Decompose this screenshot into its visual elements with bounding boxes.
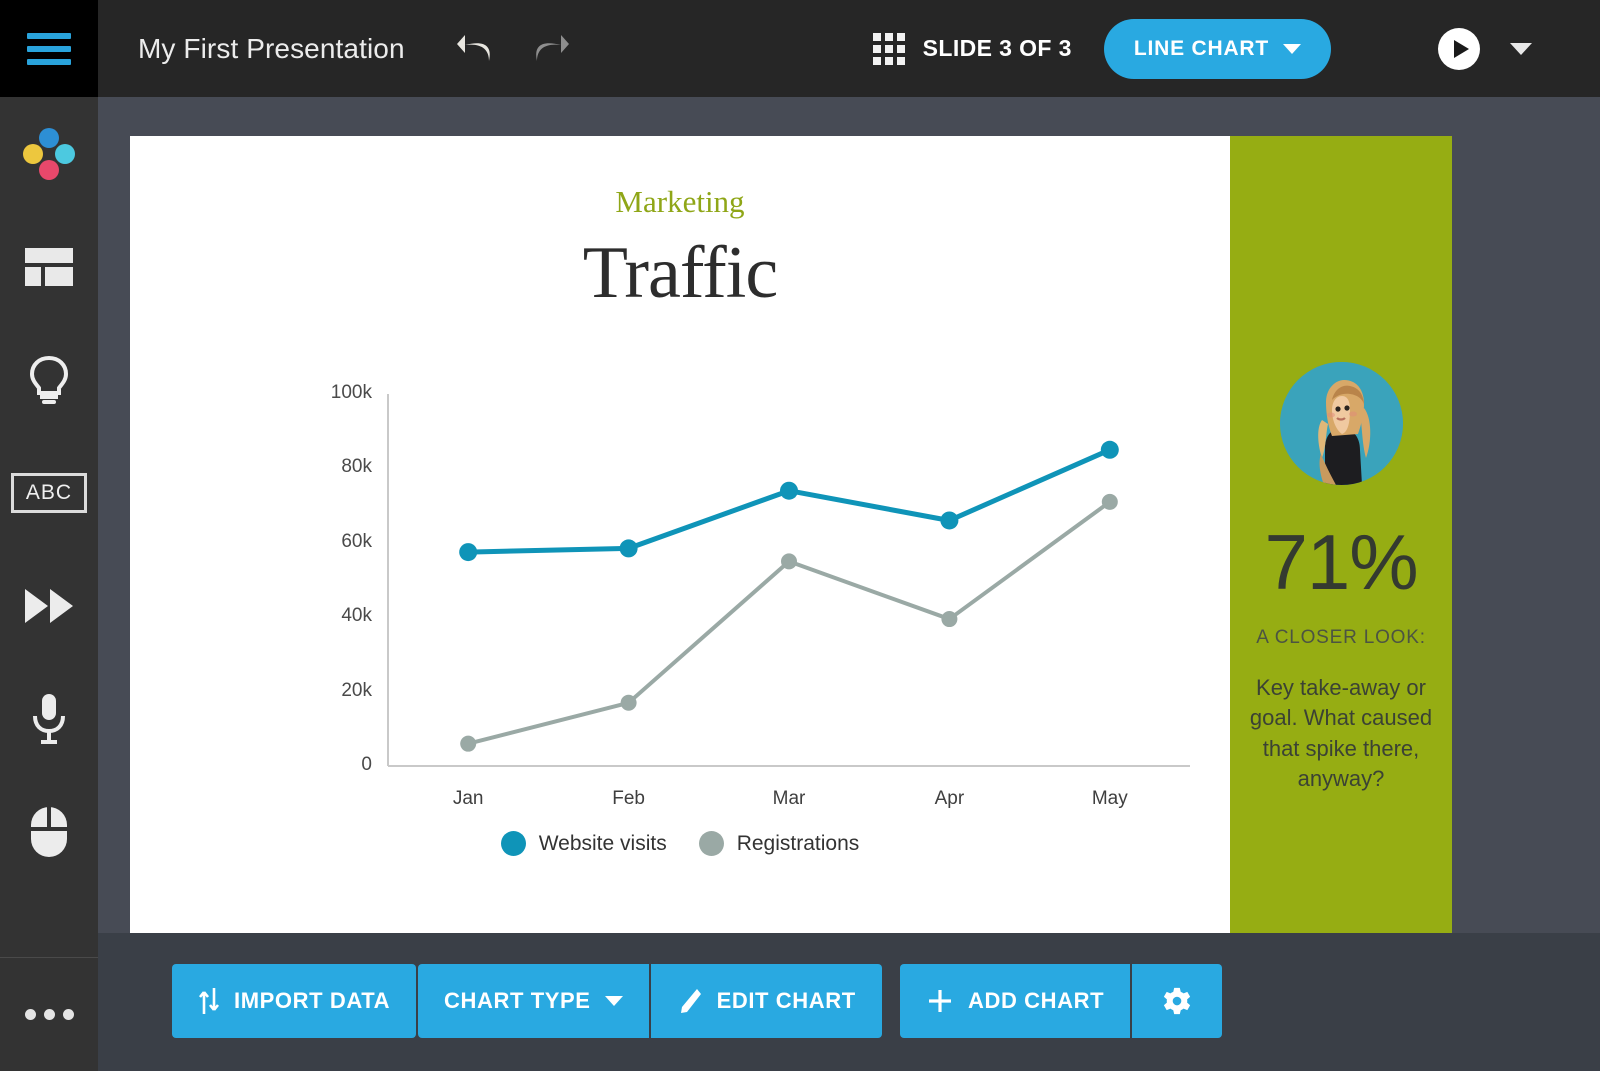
undo-redo-group: [453, 26, 573, 72]
sidebar-item-templates[interactable]: [0, 210, 98, 323]
layout-template-icon: [25, 248, 73, 286]
data-point[interactable]: [781, 553, 797, 569]
edit-chart-label: EDIT CHART: [717, 988, 856, 1014]
colorful-dots-logo-icon: [23, 128, 75, 180]
hamburger-icon: [27, 33, 71, 65]
left-sidebar: ABC: [0, 97, 98, 1071]
lightbulb-icon: [27, 355, 71, 405]
edit-chart-button[interactable]: EDIT CHART: [649, 964, 882, 1038]
x-axis-tick-label: Apr: [935, 788, 965, 810]
legend-label-registrations: Registrations: [737, 832, 860, 856]
undo-button[interactable]: [453, 26, 499, 72]
series-line-registrations[interactable]: [468, 502, 1110, 744]
x-axis-tick-label: Feb: [612, 788, 645, 810]
import-data-button[interactable]: IMPORT DATA: [172, 964, 416, 1038]
microphone-icon: [29, 692, 69, 746]
sidebar-item-interactions[interactable]: [0, 775, 98, 888]
slide-kicker[interactable]: Marketing: [130, 184, 1230, 220]
slide-main-area: Marketing Traffic Website visits Registr…: [130, 136, 1230, 933]
legend-dot-website-visits: [501, 831, 526, 856]
y-axis-tick-label: 20k: [341, 680, 372, 702]
x-axis-tick-label: Jan: [453, 788, 484, 810]
redo-arrow-icon: [529, 31, 571, 67]
chart-type-pill-button[interactable]: LINE CHART: [1104, 19, 1331, 79]
pencil-icon: [677, 987, 703, 1015]
import-data-group: IMPORT DATA: [172, 964, 416, 1038]
main-menu-button[interactable]: [0, 0, 98, 97]
legend-label-website-visits: Website visits: [539, 832, 667, 856]
chart-type-button[interactable]: CHART TYPE: [418, 964, 649, 1038]
add-chart-label: ADD CHART: [968, 988, 1104, 1014]
bottom-toolbar: IMPORT DATA CHART TYPE EDIT CHART: [98, 933, 1600, 1071]
line-chart[interactable]: Website visits Registrations 0 20k 40k 60k 8…: [130, 376, 1230, 933]
y-axis-tick-label: 40k: [341, 605, 372, 627]
slide-counter-group[interactable]: SLIDE 3 OF 3: [873, 33, 1072, 65]
x-axis-tick-label: Mar: [773, 788, 806, 810]
redo-button[interactable]: [527, 26, 573, 72]
data-point[interactable]: [460, 736, 476, 752]
app-window: My First Presentation SLIDE 3 OF 3: [0, 0, 1600, 1071]
data-point[interactable]: [780, 482, 798, 500]
y-axis-tick-label: 80k: [341, 456, 372, 478]
avatar: [1280, 362, 1403, 485]
data-point[interactable]: [940, 511, 958, 529]
legend-dot-registrations: [699, 831, 724, 856]
undo-arrow-icon: [455, 31, 497, 67]
data-point[interactable]: [459, 543, 477, 561]
x-axis-tick-label: May: [1092, 788, 1128, 810]
sidebar-item-logo[interactable]: [0, 97, 98, 210]
y-axis-tick-label: 60k: [341, 531, 372, 553]
grid-icon[interactable]: [873, 33, 905, 65]
chevron-down-icon: [1283, 44, 1301, 54]
series-line-website-visits[interactable]: [468, 450, 1110, 552]
import-arrows-icon: [198, 986, 220, 1016]
slide-side-panel[interactable]: 71% A CLOSER LOOK: Key take-away or goal…: [1230, 136, 1452, 933]
legend-item-registrations[interactable]: Registrations: [699, 831, 860, 856]
presentation-title[interactable]: My First Presentation: [138, 33, 405, 65]
sidebar-item-ideas[interactable]: [0, 323, 98, 436]
chart-settings-button[interactable]: [1130, 964, 1222, 1038]
topbar-right-group: [1438, 28, 1600, 70]
gear-icon: [1162, 986, 1192, 1016]
fast-forward-icon: [25, 589, 73, 623]
add-chart-group: ADD CHART: [900, 964, 1222, 1038]
legend-item-website-visits[interactable]: Website visits: [501, 831, 667, 856]
data-point[interactable]: [941, 611, 957, 627]
data-point[interactable]: [1102, 494, 1118, 510]
sidebar-item-transitions[interactable]: [0, 549, 98, 662]
portrait-avatar-icon: [1280, 362, 1403, 485]
ellipsis-icon: [25, 1009, 74, 1020]
data-point[interactable]: [621, 695, 637, 711]
slide-canvas[interactable]: Marketing Traffic Website visits Registr…: [130, 136, 1452, 933]
top-toolbar: My First Presentation SLIDE 3 OF 3: [0, 0, 1600, 97]
sidebar-item-more[interactable]: [0, 958, 98, 1071]
y-axis-tick-label: 100k: [331, 382, 372, 404]
chart-legend: Website visits Registrations: [130, 831, 1230, 856]
data-point[interactable]: [1101, 441, 1119, 459]
present-options-chevron-down-icon[interactable]: [1510, 43, 1532, 55]
slide-counter-label: SLIDE 3 OF 3: [923, 35, 1072, 62]
chart-edit-group: CHART TYPE EDIT CHART: [418, 964, 882, 1038]
side-panel-caption[interactable]: A CLOSER LOOK:: [1256, 627, 1426, 649]
import-data-label: IMPORT DATA: [234, 988, 390, 1014]
chart-type-label: CHART TYPE: [444, 988, 591, 1014]
data-point[interactable]: [620, 539, 638, 557]
sidebar-item-voice[interactable]: [0, 662, 98, 775]
y-axis-tick-label: 0: [361, 754, 372, 776]
side-panel-percent[interactable]: 71%: [1264, 523, 1417, 601]
present-play-button[interactable]: [1438, 28, 1480, 70]
abc-text-icon: ABC: [11, 473, 87, 513]
add-chart-button[interactable]: ADD CHART: [900, 964, 1130, 1038]
side-panel-takeaway[interactable]: Key take-away or goal. What caused that …: [1237, 673, 1445, 794]
sidebar-item-text[interactable]: ABC: [0, 436, 98, 549]
mouse-icon: [28, 805, 70, 859]
slide-headline[interactable]: Traffic: [130, 231, 1230, 316]
chevron-down-icon: [605, 996, 623, 1006]
chart-type-pill-label: LINE CHART: [1134, 37, 1269, 61]
play-icon: [1454, 40, 1469, 58]
plus-icon: [926, 987, 954, 1015]
